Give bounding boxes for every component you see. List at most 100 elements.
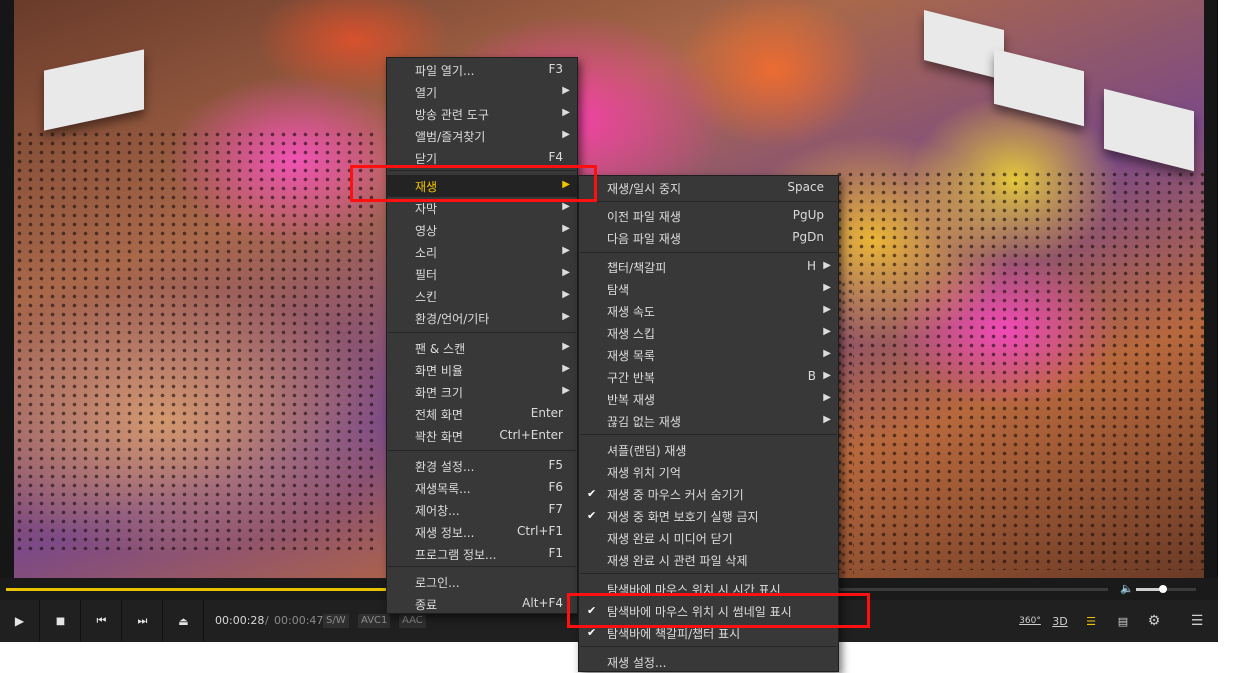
menu-item-재생목록[interactable]: 재생목록... F6 [387,477,577,499]
volume-knob[interactable] [1159,585,1167,593]
menu-item-탐색바에-책갈피-챕터-표시[interactable]: ✔ 탐색바에 책갈피/챕터 표시 [579,622,838,644]
menu-item-label: 소리 [415,246,438,260]
menu-item-재생-정보[interactable]: 재생 정보... Ctrl+F1 [387,521,577,543]
menu-item-label: 화면 크기 [415,386,463,400]
menu-item-종료[interactable]: 종료 Alt+F4 [387,593,577,615]
menu-item-재생-완료-시-미디어-닫기[interactable]: 재생 완료 시 미디어 닫기 [579,527,838,549]
menu-item-재생-속도[interactable]: 재생 속도 ▶ [579,300,838,322]
menu-item-label: 다음 파일 재생 [607,232,681,246]
menu-item-재생-중-화면-보호기-실행-금지[interactable]: ✔ 재생 중 화면 보호기 실행 금지 [579,505,838,527]
next-icon: ⏭ [137,614,148,627]
menu-item-제어창[interactable]: 제어창... F7 [387,499,577,521]
menu-item-label: 제어창... [415,504,460,518]
menu-item-label: 화면 비율 [415,364,463,378]
menu-item-프로그램-정보[interactable]: 프로그램 정보... F1 [387,543,577,565]
menu-item-label: 열기 [415,86,438,100]
menu-item-shortcut: F4 [548,150,563,164]
submenu-arrow-icon: ▶ [562,107,570,118]
menu-item-shortcut: PgUp [792,208,824,222]
playlist-search-button[interactable]: ☰ [1078,611,1104,631]
menu-item-환경-설정[interactable]: 환경 설정... F5 [387,455,577,477]
check-icon: ✔ [587,509,597,522]
menu-item-환경-언어-기타[interactable]: 환경/언어/기타 ▶ [387,307,577,329]
festival-tent [924,10,1004,80]
menu-item-끊김-없는-재생[interactable]: 끊김 없는 재생 ▶ [579,410,838,432]
festival-tent [1104,88,1194,172]
settings-button[interactable]: ⚙ [1141,611,1167,631]
menu-item-label: 재생 중 마우스 커서 숨기기 [607,488,744,502]
menu-item-재생-스킵[interactable]: 재생 스킵 ▶ [579,322,838,344]
previous-button[interactable]: ⏮ [82,600,122,642]
submenu-arrow-icon: ▶ [562,311,570,322]
menu-item-label: 탐색바에 책갈피/챕터 표시 [607,627,741,641]
volume-slider[interactable] [1136,585,1196,593]
menu-item-재생-일시-중지[interactable]: 재생/일시 중지 Space [579,177,838,199]
audio-codec-badge: AAC [399,614,426,628]
total-duration: 00:00:47 [274,614,324,627]
menu-item-label: 재생 완료 시 관련 파일 삭제 [607,554,748,568]
submenu-arrow-icon: ▶ [562,363,570,374]
menu-item-재생-위치-기억[interactable]: 재생 위치 기억 [579,461,838,483]
menu-item-label: 환경 설정... [415,460,475,474]
gear-icon: ⚙ [1147,613,1161,629]
menu-item-재생-목록[interactable]: 재생 목록 ▶ [579,344,838,366]
menu-item-shortcut: Ctrl+Enter [499,428,563,442]
menu-item-화면-크기[interactable]: 화면 크기 ▶ [387,381,577,403]
submenu-arrow-icon: ▶ [823,414,831,425]
eject-button[interactable]: ⏏ [164,600,204,642]
menu-item-팬-스캔[interactable]: 팬 & 스캔 ▶ [387,337,577,359]
menu-item-label: 재생 스킵 [607,327,655,341]
submenu-arrow-icon: ▶ [562,267,570,278]
menu-item-label: 필터 [415,268,438,282]
time-separator: / [265,614,269,627]
menu-item-label: 전체 화면 [415,408,463,422]
3d-button[interactable]: 3D [1047,611,1073,631]
menu-item-전체-화면[interactable]: 전체 화면 Enter [387,403,577,425]
menu-item-반복-재생[interactable]: 반복 재생 ▶ [579,388,838,410]
menu-item-챕터-책갈피[interactable]: 챕터/책갈피 H ▶ [579,256,838,278]
menu-item-앨범-즐겨찾기[interactable]: 앨범/즐겨찾기 ▶ [387,125,577,147]
volume-icon[interactable]: 🔈 [1120,582,1134,595]
main-menu-button[interactable]: ☰ [1184,611,1210,631]
menu-item-이전-파일-재생[interactable]: 이전 파일 재생 PgUp [579,205,838,227]
menu-item-스킨[interactable]: 스킨 ▶ [387,285,577,307]
menu-separator [388,450,576,451]
menu-item-재생-중-마우스-커서-숨기기[interactable]: ✔ 재생 중 마우스 커서 숨기기 [579,483,838,505]
menu-item-label: 팬 & 스캔 [415,342,466,356]
play-button[interactable]: ▶ [0,600,40,642]
menu-item-탐색[interactable]: 탐색 ▶ [579,278,838,300]
vr-360-button[interactable]: 360° [1017,611,1043,631]
menu-item-필터[interactable]: 필터 ▶ [387,263,577,285]
menu-item-화면-비율[interactable]: 화면 비율 ▶ [387,359,577,381]
menu-item-소리[interactable]: 소리 ▶ [387,241,577,263]
menu-item-탐색바에-마우스-위치-시-썸네일-표시[interactable]: ✔ 탐색바에 마우스 위치 시 썸네일 표시 [579,600,838,622]
menu-item-셔플-랜덤-재생[interactable]: 셔플(랜덤) 재생 [579,439,838,461]
sw-decoder-badge[interactable]: S/W [323,614,349,628]
menu-item-방송-관련-도구[interactable]: 방송 관련 도구 ▶ [387,103,577,125]
video-codec-badge: AVC1 [358,614,391,628]
submenu-arrow-icon: ▶ [823,304,831,315]
menu-item-파일-열기[interactable]: 파일 열기... F3 [387,59,577,81]
menu-item-label: 프로그램 정보... [415,548,497,562]
menu-item-label: 끊김 없는 재생 [607,415,681,429]
menu-item-재생-완료-시-관련-파일-삭제[interactable]: 재생 완료 시 관련 파일 삭제 [579,549,838,571]
menu-item-label: 방송 관련 도구 [415,108,489,122]
menu-item-label: 닫기 [415,152,438,166]
menu-item-구간-반복[interactable]: 구간 반복 B ▶ [579,366,838,388]
menu-item-로그인[interactable]: 로그인... [387,571,577,593]
menu-item-재생-설정[interactable]: 재생 설정... [579,651,838,673]
notes-button[interactable]: ▤ [1110,611,1136,631]
menu-item-재생[interactable]: 재생 ▶ [387,175,577,197]
menu-item-영상[interactable]: 영상 ▶ [387,219,577,241]
stop-button[interactable]: ■ [41,600,81,642]
menu-item-닫기[interactable]: 닫기 F4 [387,147,577,169]
submenu-arrow-icon: ▶ [823,348,831,359]
menu-item-label: 셔플(랜덤) 재생 [607,444,687,458]
menu-item-꽉찬-화면[interactable]: 꽉찬 화면 Ctrl+Enter [387,425,577,447]
menu-item-열기[interactable]: 열기 ▶ [387,81,577,103]
menu-item-자막[interactable]: 자막 ▶ [387,197,577,219]
next-button[interactable]: ⏭ [123,600,163,642]
submenu-arrow-icon: ▶ [562,223,570,234]
menu-item-탐색바에-마우스-위치-시-시간-표시[interactable]: 탐색바에 마우스 위치 시 시간 표시 [579,578,838,600]
menu-item-다음-파일-재생[interactable]: 다음 파일 재생 PgDn [579,227,838,249]
